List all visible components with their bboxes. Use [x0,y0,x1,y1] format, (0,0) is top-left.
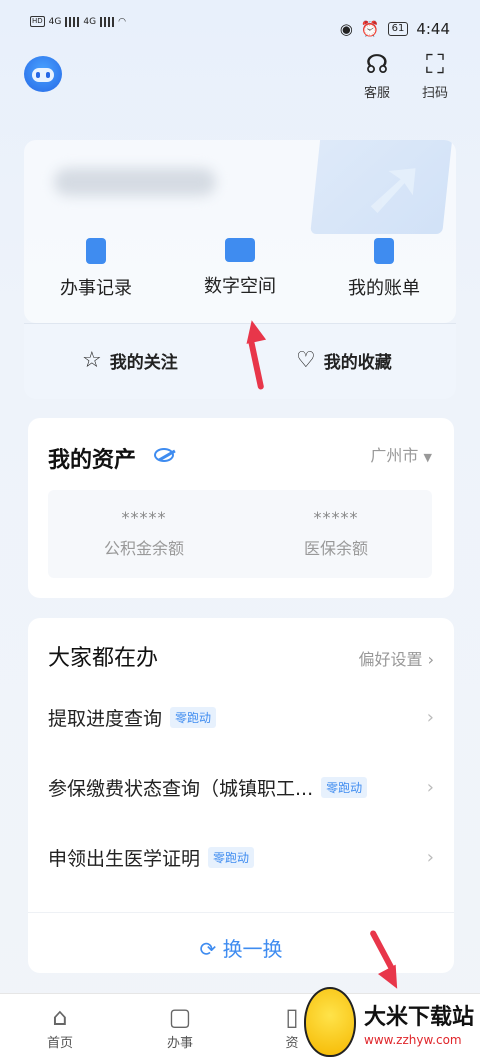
watermark-url: www.zzhyw.com [364,1033,462,1047]
signal-area: HD 4G 4G ◠ [30,16,126,27]
alarm-icon: ⏰ [360,20,380,38]
assets-card: 我的资产 广州市 ▼ ***** 公积金余额 ***** 医保余额 [28,418,454,598]
preference-settings-link[interactable]: 偏好设置 › [358,646,434,670]
heart-icon: ♡ [296,348,316,373]
battery-indicator: 61 [387,22,409,36]
clock: 4:44 [416,20,450,38]
city-selector[interactable]: 广州市 ▼ [370,442,432,466]
customer-service-button[interactable]: ☊ 客服 [352,48,402,101]
zero-trip-badge: 零跑动 [321,777,368,798]
scan-icon: ⛶ [425,50,445,80]
status-bar: HD 4G 4G ◠ ◉ ⏰ 61 4:44 [0,0,480,44]
network-type-1: 4G [48,16,62,27]
quick-action-label: 我的账单 [348,278,420,299]
favorites-bar: ☆ 我的关注 ♡ 我的收藏 [24,323,456,399]
mascot-logo [304,987,356,1057]
signal-icon-2 [100,16,115,27]
service-label: 申领出生医学证明 [48,848,201,870]
chevron-right-icon: › [426,847,434,868]
asset-fund[interactable]: ***** 公积金余额 [48,490,240,578]
signal-icon [65,16,80,27]
quick-action-label: 数字空间 [204,276,276,297]
quick-action-label: 办事记录 [60,278,132,299]
document-icon [86,238,106,264]
service-label: 提取进度查询 [48,708,163,730]
asset-value: ***** [121,508,167,527]
hd-badge: HD [30,16,45,27]
quick-action-digital-space[interactable]: 数字空间 [168,238,312,298]
tab-label: 首页 [46,1036,73,1051]
popular-services-card: 大家都在办 偏好设置 › 提取进度查询 零跑动 › 参保缴费状态查询（城镇职工.… [28,618,454,973]
my-follow-button[interactable]: ☆ 我的关注 [82,348,178,373]
asset-value: ***** [313,508,359,527]
assets-title: 我的资产 [48,448,137,473]
refresh-label: 换一换 [222,937,283,961]
top-bar: ☊ 客服 ⛶ 扫码 [0,44,480,104]
refresh-icon: ⟳ [199,937,217,961]
network-type-2: 4G [83,16,97,27]
pref-label: 偏好设置 [358,650,423,669]
city-label: 广州市 [370,446,419,465]
profile-card: ➚ 办事记录 数字空间 我的账单 [24,140,456,323]
bill-icon [374,238,394,264]
star-icon: ☆ [82,348,102,373]
hide-eye-icon[interactable] [154,448,174,462]
service-row[interactable]: 申领出生医学证明 零跑动 › [48,844,434,871]
annotation-arrow-down [366,926,406,994]
follow-label: 我的关注 [109,353,178,373]
service-row[interactable]: 提取进度查询 零跑动 › [48,704,434,731]
tab-home[interactable]: ⌂ 首页 [30,1002,90,1051]
my-collection-button[interactable]: ♡ 我的收藏 [296,348,392,373]
scan-label: 扫码 [421,86,448,101]
eye-icon: ◉ [339,20,353,38]
chevron-right-icon: › [426,707,434,728]
annotation-arrow-up [241,318,268,392]
zero-trip-badge: 零跑动 [208,847,255,868]
popular-title: 大家都在办 [48,646,159,671]
quick-action-records[interactable]: 办事记录 [24,238,168,300]
status-right: ◉ ⏰ 61 4:44 [340,20,450,38]
clipboard-icon: ▢ [168,1003,192,1031]
profile-folder-icon [225,238,255,262]
user-name-blurred [54,168,216,196]
asset-label: 公积金余额 [103,539,184,558]
caret-down-icon: ▼ [423,451,432,464]
tab-services[interactable]: ▢ 办事 [150,1002,210,1051]
site-watermark: 大米下载站 www.zzhyw.com [294,985,480,1061]
asset-medical[interactable]: ***** 医保余额 [240,490,432,578]
scan-button[interactable]: ⛶ 扫码 [410,48,460,101]
headset-icon: ☊ [365,50,389,80]
service-row[interactable]: 参保缴费状态查询（城镇职工... 零跑动 › [48,774,434,801]
wifi-icon: ◠ [118,16,126,27]
app-logo[interactable] [24,56,62,92]
customer-service-label: 客服 [363,86,390,101]
home-icon: ⌂ [52,1003,68,1031]
service-label: 参保缴费状态查询（城镇职工... [48,778,314,800]
zero-trip-badge: 零跑动 [170,707,217,728]
quick-action-bill[interactable]: 我的账单 [312,238,456,300]
asset-label: 医保余额 [303,539,368,558]
tab-label: 办事 [166,1036,193,1051]
collect-label: 我的收藏 [323,353,392,373]
watermark-title: 大米下载站 [364,1005,475,1030]
decorative-arrow-icon: ➚ [360,140,428,233]
chevron-right-icon: › [426,777,434,798]
chevron-right-icon: › [427,650,434,669]
assets-panel: ***** 公积金余额 ***** 医保余额 [48,490,432,578]
